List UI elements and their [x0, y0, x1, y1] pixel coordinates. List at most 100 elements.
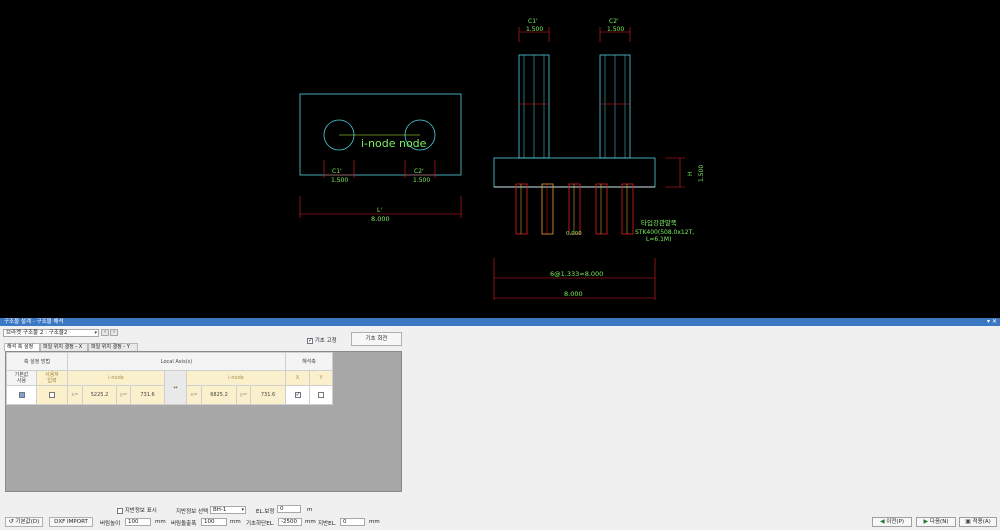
- i-x-value[interactable]: 5225.2: [82, 385, 117, 405]
- pile-small-dim: 0.000: [566, 231, 582, 237]
- ground-select-value: BH-1: [213, 507, 227, 513]
- base-bottom-el-label: 기초하단EL.: [246, 521, 275, 527]
- plan-c1-label: C1': [332, 168, 342, 175]
- save-icon: ▣: [965, 518, 971, 525]
- tab-analysis-axis[interactable]: 해석 축 설정: [4, 343, 40, 351]
- header-x: X: [285, 370, 310, 386]
- show-ground-checkbox[interactable]: [117, 507, 123, 514]
- j-x-prefix: x=: [186, 385, 202, 405]
- bracket-width-unit: mm: [230, 519, 241, 525]
- prev-button[interactable]: ◀ 이전(P): [872, 517, 912, 527]
- panel-title: 구조물 설계 - 구조물 해석: [4, 319, 64, 325]
- tab-pile-position-y[interactable]: 파일 위치 결정 - Y: [88, 343, 138, 351]
- structure-select-value: 브라켓 구조물 2 : 구조물2: [6, 330, 68, 336]
- plan-width-label: L': [377, 207, 382, 214]
- ground-el-unit: mm: [369, 519, 380, 525]
- next-structure-button[interactable]: ›: [110, 329, 118, 336]
- rotate-base-button[interactable]: 기초 회전: [351, 332, 402, 346]
- apply-button[interactable]: ▣ 적용(A): [959, 517, 997, 527]
- analysis-y-cell[interactable]: [309, 385, 333, 405]
- show-ground-option[interactable]: 지반정보 표시: [117, 506, 157, 514]
- header-y: Y: [309, 370, 333, 386]
- i-y-value[interactable]: 731.6: [130, 385, 165, 405]
- user-input-indicator: [49, 391, 55, 398]
- plan-c2-label: C2': [414, 168, 424, 175]
- el-correction-unit: m: [307, 507, 313, 513]
- bracket-width-label: 버림돌출폭: [171, 521, 197, 527]
- plan-view: [299, 93, 462, 218]
- structure-select[interactable]: 브라켓 구조물 2 : 구조물2 ▾: [3, 329, 99, 337]
- fix-base-option[interactable]: 기초 고정: [307, 336, 337, 344]
- default-use-indicator: [18, 391, 25, 398]
- show-ground-label: 지반정보 표시: [124, 508, 157, 514]
- user-input-radio[interactable]: [36, 385, 68, 405]
- fix-base-checkbox[interactable]: [307, 337, 313, 344]
- header-axis-method: 축 설정 방법: [6, 352, 68, 371]
- bracket-height-input[interactable]: 100: [125, 518, 151, 526]
- header-i-node: i-node: [67, 370, 165, 386]
- header-j-node: i-node: [186, 370, 286, 386]
- elev-height-label: H: [687, 171, 694, 176]
- pile-label: 타입강관말뚝: [641, 218, 677, 227]
- pile-spec-1: STK400(508.0x12T,: [635, 229, 694, 236]
- analysis-x-cell[interactable]: [285, 385, 310, 405]
- axis-grid: 축 설정 방법 Local Axis(s) 해석축 기본값 사용 사용자 입력 …: [5, 351, 402, 492]
- apply-button-label: 적용(A): [972, 519, 991, 525]
- analysis-x-checkbox[interactable]: [294, 391, 301, 398]
- spacing-dim: 6@1.333=8.000: [550, 270, 603, 278]
- bracket-height-unit: mm: [155, 519, 166, 525]
- header-default-use: 기본값 사용: [6, 370, 37, 386]
- fix-base-label: 기초 고정: [314, 338, 337, 344]
- ground-el-label: 지반EL.: [318, 521, 337, 527]
- default-button[interactable]: ↺ 기본값(D): [5, 517, 43, 527]
- j-y-value[interactable]: 731.6: [250, 385, 286, 405]
- reset-icon: ↺: [8, 518, 14, 525]
- header-analysis-axis: 해석축: [285, 352, 333, 371]
- panel-pin-close-icon[interactable]: ▾ ✕: [987, 318, 997, 326]
- plan-node-label: i-node node: [361, 137, 427, 150]
- total-width-dim: 8.000: [564, 290, 583, 298]
- plan-c1-dim: 1.500: [331, 177, 348, 184]
- dxf-import-button[interactable]: DXF IMPORT: [49, 517, 93, 527]
- elev-height-dim: 1.500: [698, 165, 705, 182]
- next-button-label: 다음(N): [929, 519, 949, 525]
- prev-button-label: 이전(P): [886, 519, 905, 525]
- elev-c2-label: C2': [609, 18, 619, 25]
- base-bottom-el-unit: mm: [305, 519, 316, 525]
- default-button-label: 기본값(D): [15, 519, 40, 525]
- elev-c1-label: C1': [528, 18, 538, 25]
- arrow-left-icon: ◀: [879, 518, 885, 525]
- swap-nodes-button[interactable]: ↔: [164, 370, 187, 405]
- panel-titlebar[interactable]: 구조물 설계 - 구조물 해석 ▾ ✕: [0, 318, 1000, 326]
- elev-c1-dim: 1.500: [526, 26, 543, 33]
- ground-select[interactable]: BH-1 ▾: [210, 506, 246, 514]
- bracket-height-label: 버림높이: [100, 521, 121, 527]
- cad-viewport[interactable]: i-node node C1' 1.500 C2' 1.500 L' 8.000: [0, 0, 1000, 318]
- ground-select-label: 지반정보 선택: [176, 509, 209, 515]
- bracket-width-input[interactable]: 100: [201, 518, 227, 526]
- default-use-radio[interactable]: [6, 385, 37, 405]
- base-bottom-el-input[interactable]: -2500: [278, 518, 302, 526]
- elevation-view: [493, 27, 685, 300]
- header-user-input: 사용자 입력: [36, 370, 68, 386]
- elev-c2-dim: 1.500: [607, 26, 624, 33]
- i-y-prefix: y=: [116, 385, 131, 405]
- el-correction-input[interactable]: 0: [277, 505, 301, 513]
- i-x-prefix: x=: [67, 385, 83, 405]
- el-correction-label: EL.보정: [256, 509, 275, 515]
- j-y-prefix: y=: [236, 385, 251, 405]
- chevron-down-icon: ▾: [241, 507, 244, 513]
- ground-el-input[interactable]: 0: [340, 518, 365, 526]
- next-button[interactable]: ▶ 다음(N): [916, 517, 956, 527]
- tab-pile-position-x[interactable]: 파일 위치 결정 - X: [40, 343, 88, 351]
- chevron-down-icon: ▾: [94, 330, 97, 336]
- j-x-value[interactable]: 6825.2: [201, 385, 237, 405]
- plan-c2-dim: 1.500: [413, 177, 430, 184]
- axis-table: 축 설정 방법 Local Axis(s) 해석축 기본값 사용 사용자 입력 …: [6, 352, 333, 405]
- arrow-right-icon: ▶: [923, 518, 929, 525]
- pile-spec-2: L=6.1M): [646, 236, 671, 243]
- prev-structure-button[interactable]: ‹: [101, 329, 109, 336]
- plan-width-dim: 8.000: [371, 215, 390, 223]
- header-local-axis: Local Axis(s): [67, 352, 286, 371]
- analysis-y-checkbox[interactable]: [318, 391, 324, 398]
